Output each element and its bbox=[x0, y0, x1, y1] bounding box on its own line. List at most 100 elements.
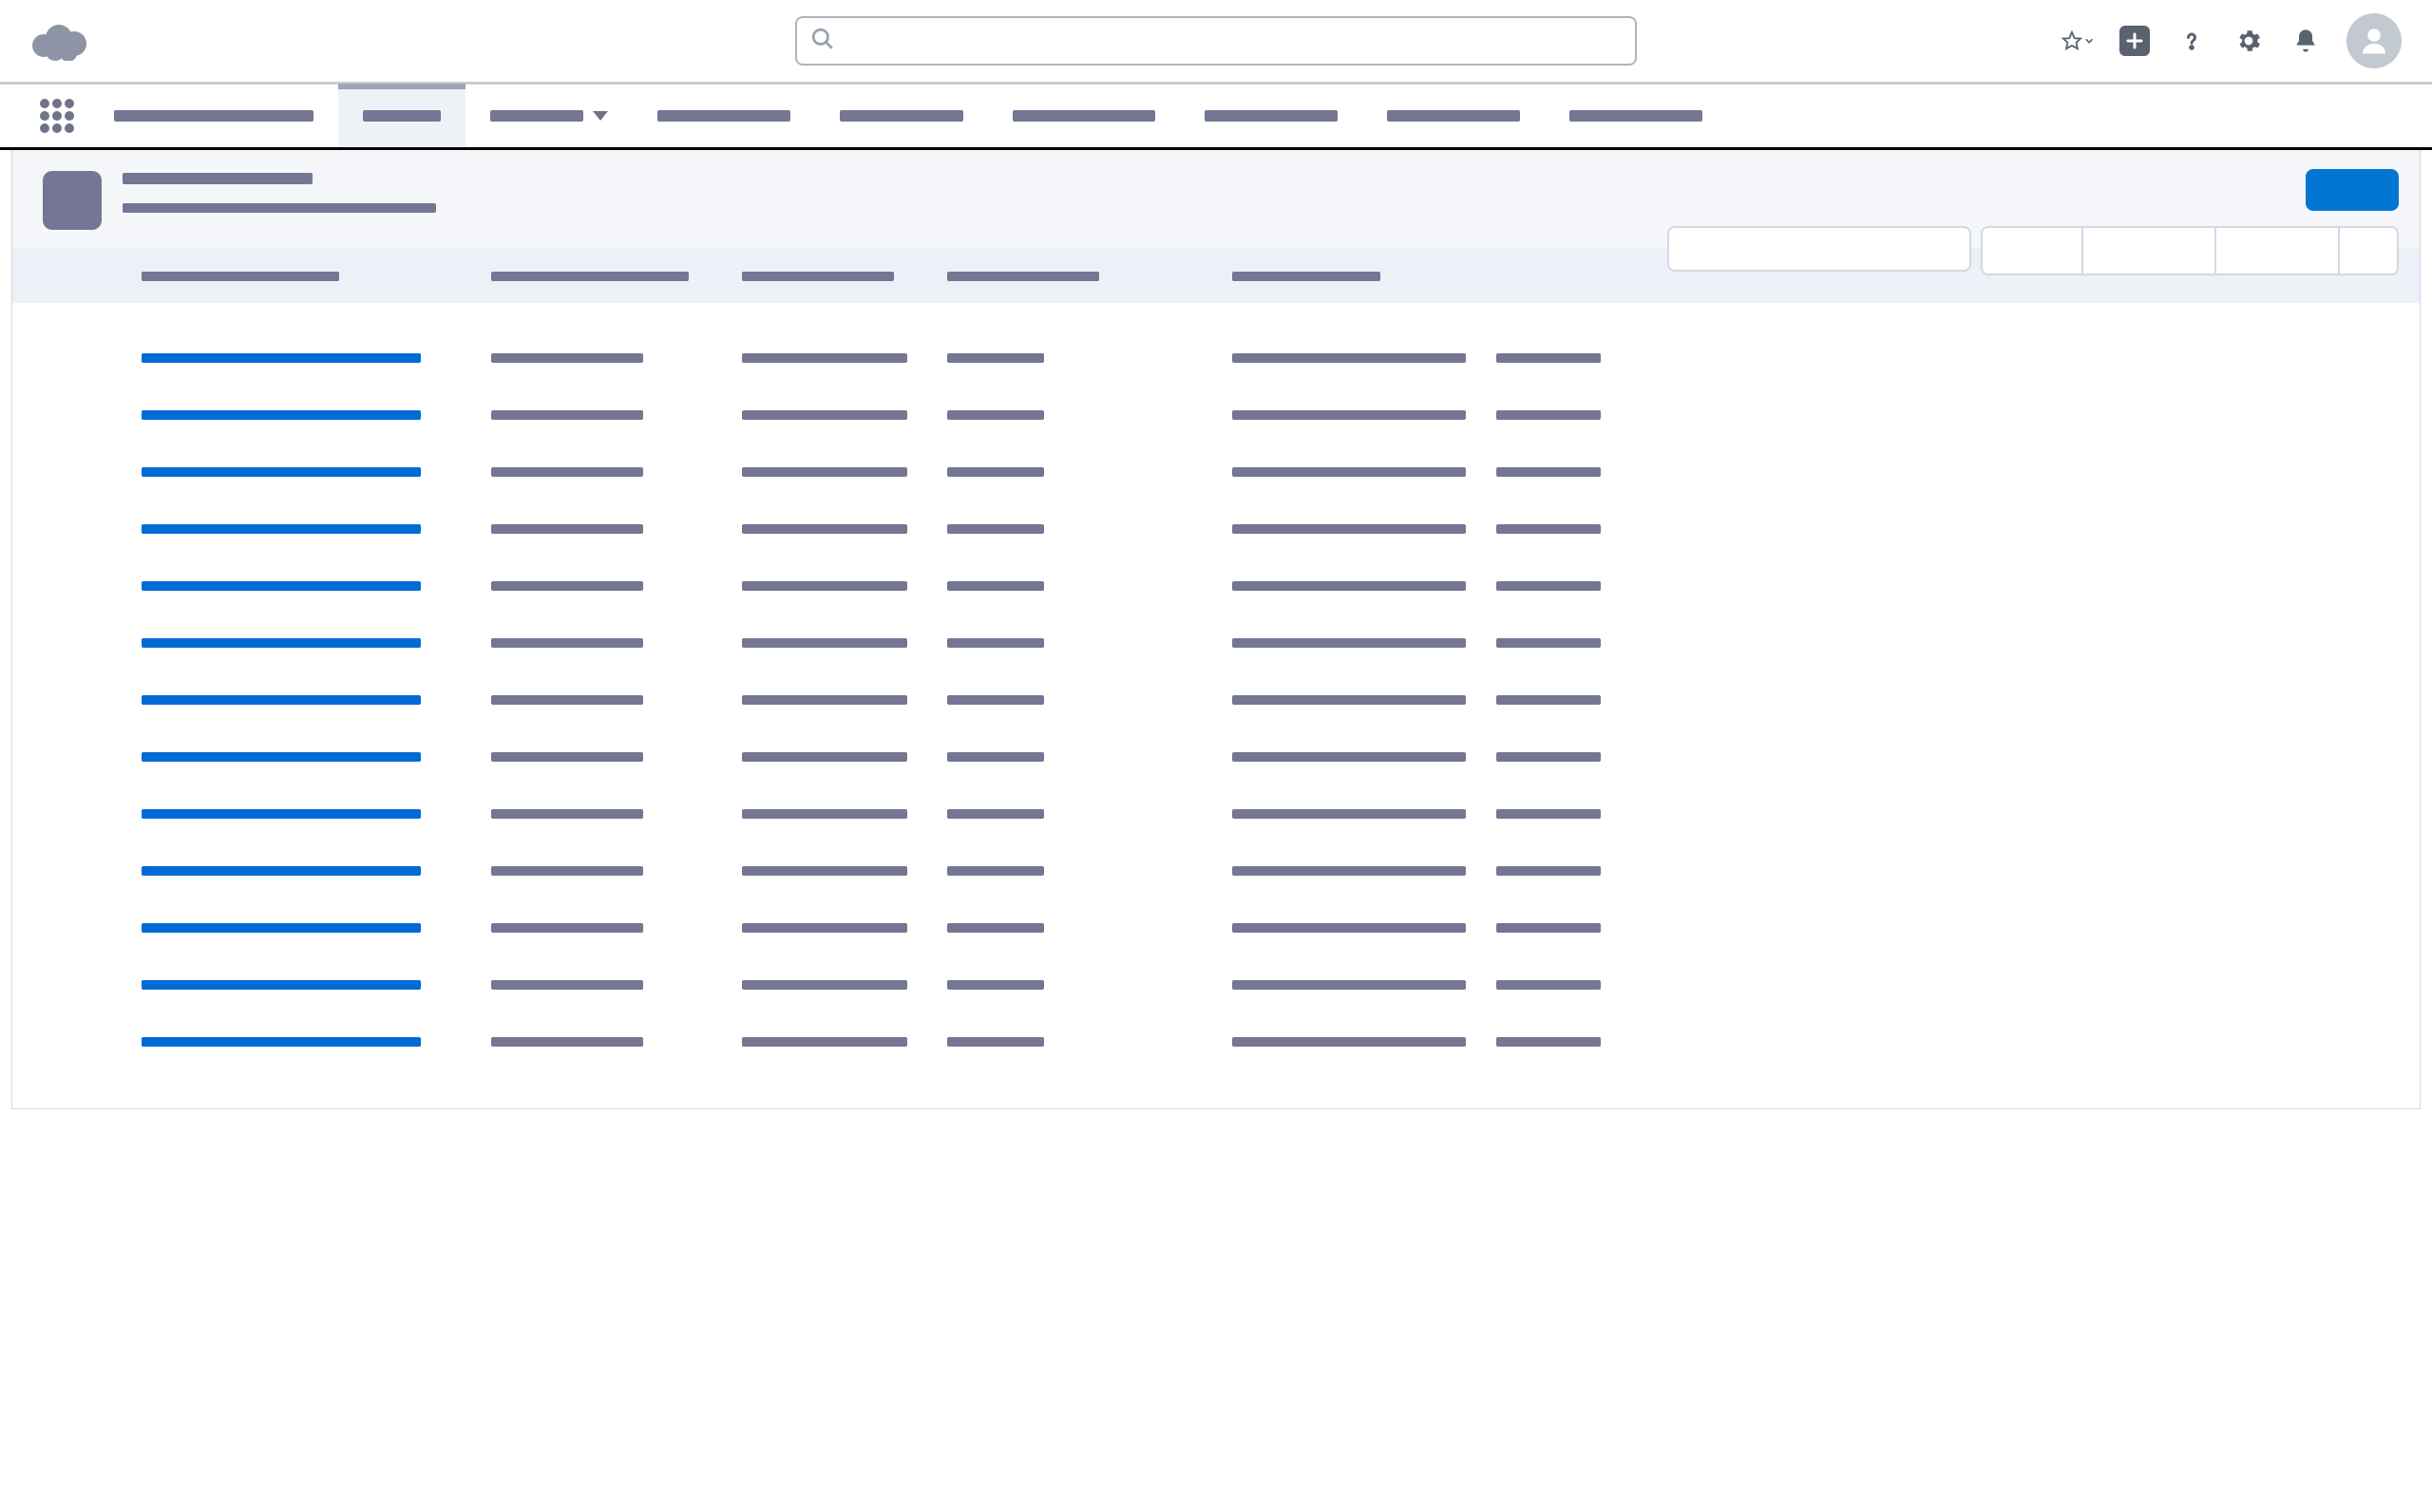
record-link[interactable] bbox=[142, 638, 421, 648]
table-row bbox=[142, 728, 2420, 785]
list-search-input[interactable] bbox=[1667, 226, 1971, 272]
cell-value bbox=[742, 695, 907, 705]
record-link[interactable] bbox=[142, 524, 421, 534]
record-link[interactable] bbox=[142, 410, 421, 420]
nav-tab-1[interactable] bbox=[466, 85, 633, 147]
record-link[interactable] bbox=[142, 866, 421, 876]
cell-value bbox=[1496, 752, 1601, 762]
global-search[interactable] bbox=[795, 16, 1637, 66]
cell-value bbox=[491, 467, 643, 477]
cell-value bbox=[742, 410, 907, 420]
header-actions bbox=[2062, 13, 2402, 68]
cell-value bbox=[1232, 524, 1466, 534]
list-view-name[interactable] bbox=[123, 203, 436, 213]
cell-value bbox=[947, 581, 1044, 591]
cell-value bbox=[491, 410, 643, 420]
chevron-down-icon bbox=[2084, 35, 2094, 47]
global-actions-button[interactable] bbox=[2118, 25, 2151, 57]
cell-value bbox=[491, 524, 643, 534]
cell-value bbox=[1232, 809, 1466, 819]
table-row bbox=[142, 842, 2420, 899]
favorites-button[interactable] bbox=[2062, 25, 2094, 57]
nav-tab-6[interactable] bbox=[1362, 85, 1545, 147]
cell-value bbox=[1496, 581, 1601, 591]
object-icon bbox=[43, 171, 102, 230]
cell-value bbox=[1232, 638, 1466, 648]
cell-value bbox=[1496, 923, 1601, 933]
app-name bbox=[89, 85, 338, 147]
cell-value bbox=[1496, 1037, 1601, 1047]
list-view-control-group bbox=[1981, 226, 2399, 275]
cell-value bbox=[1232, 1037, 1466, 1047]
cell-value bbox=[1232, 353, 1466, 363]
page bbox=[0, 150, 2432, 1109]
cell-value bbox=[491, 752, 643, 762]
cell-value bbox=[491, 581, 643, 591]
notifications-button[interactable] bbox=[2290, 25, 2322, 57]
cell-value bbox=[1232, 923, 1466, 933]
cell-value bbox=[742, 866, 907, 876]
nav-tab-4[interactable] bbox=[988, 85, 1180, 147]
cell-value bbox=[1232, 752, 1466, 762]
cell-value bbox=[1496, 524, 1601, 534]
record-link[interactable] bbox=[142, 581, 421, 591]
table-row bbox=[142, 614, 2420, 671]
column-header-4[interactable] bbox=[1232, 272, 1380, 281]
record-link[interactable] bbox=[142, 695, 421, 705]
record-link[interactable] bbox=[142, 353, 421, 363]
list-view-settings-button[interactable] bbox=[1983, 228, 2083, 274]
plus-icon bbox=[2119, 26, 2150, 56]
cell-value bbox=[742, 809, 907, 819]
salesforce-logo[interactable] bbox=[30, 21, 87, 61]
cell-value bbox=[947, 923, 1044, 933]
help-button[interactable] bbox=[2176, 25, 2208, 57]
cell-value bbox=[1232, 581, 1466, 591]
object-label bbox=[123, 173, 313, 184]
record-link[interactable] bbox=[142, 467, 421, 477]
cell-value bbox=[742, 1037, 907, 1047]
table-row bbox=[142, 330, 2420, 387]
list-view-header bbox=[12, 150, 2420, 250]
cell-value bbox=[1232, 467, 1466, 477]
refresh-button[interactable] bbox=[2216, 228, 2340, 274]
record-link[interactable] bbox=[142, 980, 421, 990]
record-link[interactable] bbox=[142, 809, 421, 819]
nav-tab-3[interactable] bbox=[815, 85, 988, 147]
column-header-1[interactable] bbox=[491, 272, 689, 281]
app-launcher-button[interactable] bbox=[32, 85, 82, 147]
display-as-button[interactable] bbox=[2083, 228, 2216, 274]
profile-avatar[interactable] bbox=[2346, 13, 2402, 68]
nav-tab-5[interactable] bbox=[1180, 85, 1362, 147]
nav-tab-0[interactable] bbox=[338, 85, 466, 147]
cell-value bbox=[947, 353, 1044, 363]
nav-tab-7[interactable] bbox=[1545, 85, 1727, 147]
primary-action-button[interactable] bbox=[2306, 169, 2399, 211]
nav-tab-2[interactable] bbox=[633, 85, 815, 147]
cell-value bbox=[947, 467, 1044, 477]
cell-value bbox=[1496, 980, 1601, 990]
global-search-input[interactable] bbox=[845, 18, 1622, 64]
table-row bbox=[142, 671, 2420, 728]
cell-value bbox=[947, 866, 1044, 876]
list-view-controls bbox=[1667, 226, 2399, 275]
cell-value bbox=[1232, 695, 1466, 705]
cell-value bbox=[491, 353, 643, 363]
cell-value bbox=[742, 581, 907, 591]
setup-button[interactable] bbox=[2232, 25, 2265, 57]
cell-value bbox=[947, 980, 1044, 990]
search-icon bbox=[810, 27, 835, 56]
record-link[interactable] bbox=[142, 752, 421, 762]
column-header-2[interactable] bbox=[742, 272, 894, 281]
table-body bbox=[12, 303, 2420, 1108]
record-link[interactable] bbox=[142, 1037, 421, 1047]
column-header-0[interactable] bbox=[142, 272, 339, 281]
cell-value bbox=[947, 638, 1044, 648]
cell-value bbox=[491, 638, 643, 648]
record-link[interactable] bbox=[142, 923, 421, 933]
inline-edit-button[interactable] bbox=[2340, 228, 2397, 274]
cell-value bbox=[742, 923, 907, 933]
cell-value bbox=[947, 1037, 1044, 1047]
cell-value bbox=[742, 353, 907, 363]
column-header-3[interactable] bbox=[947, 272, 1099, 281]
cell-value bbox=[742, 467, 907, 477]
